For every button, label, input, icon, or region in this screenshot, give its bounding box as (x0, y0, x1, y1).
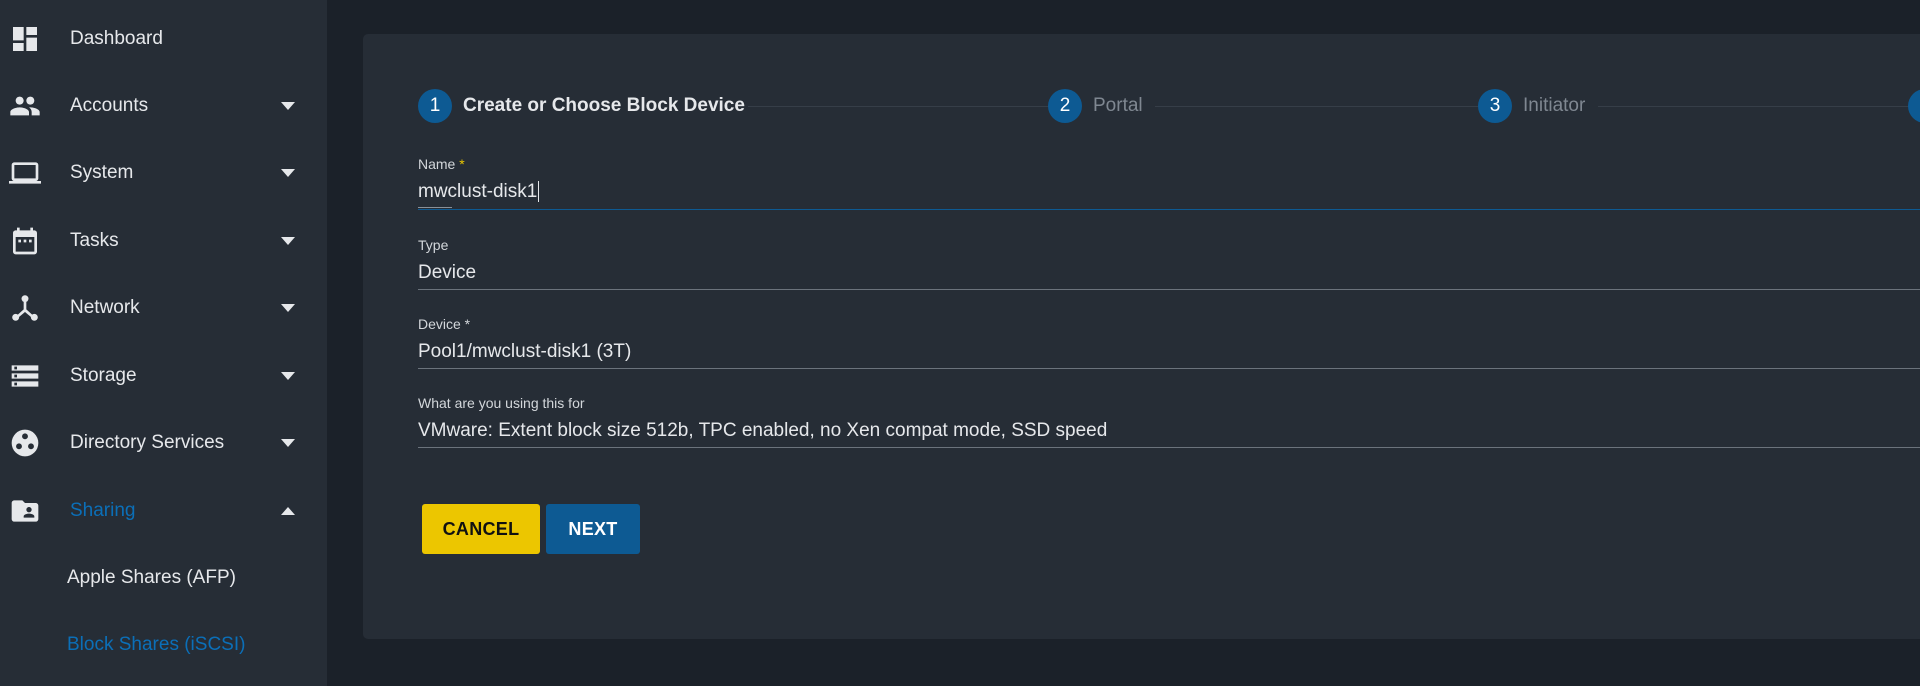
sidebar-item-sharing[interactable]: Sharing (0, 477, 327, 544)
network-icon (8, 291, 42, 325)
chevron-down-icon[interactable] (280, 371, 296, 381)
wizard-card: 1 Create or Choose Block Device 2 Portal… (363, 34, 1920, 639)
sidebar-item-label: Directory Services (70, 431, 225, 453)
chevron-down-icon[interactable] (280, 101, 296, 111)
input-hint-bar (418, 207, 452, 208)
device-label: Device * (418, 316, 471, 332)
name-underline (418, 209, 1920, 210)
sidebar-item-tasks[interactable]: Tasks (0, 207, 327, 274)
sidebar-item-dashboard[interactable]: Dashboard (0, 5, 327, 72)
sidebar-item-label: Storage (70, 364, 137, 386)
wizard-stepper: 1 Create or Choose Block Device 2 Portal… (363, 34, 1920, 144)
sidebar-item-label: System (70, 161, 134, 183)
chevron-down-icon[interactable] (280, 303, 296, 313)
usage-select[interactable]: VMware: Extent block size 512b, TPC enab… (418, 420, 1920, 442)
step-1[interactable]: 1 Create or Choose Block Device (418, 89, 745, 123)
sidebar-item-accounts[interactable]: Accounts (0, 72, 327, 139)
step-label: Create or Choose Block Device (463, 95, 745, 116)
step-number: 2 (1048, 89, 1082, 123)
type-underline (418, 289, 1920, 290)
usage-field[interactable]: What are you using this for VMware: Exte… (418, 395, 1920, 448)
sidebar-item-label: Tasks (70, 229, 119, 251)
sidebar-subitem-label: Block Shares (iSCSI) (67, 633, 246, 655)
directory-icon (8, 426, 42, 460)
step-number: 1 (418, 89, 452, 123)
sidebar-item-label: Dashboard (70, 27, 163, 49)
sidebar-subitem-afp[interactable]: Apple Shares (AFP) (0, 544, 327, 611)
step-3[interactable]: 3 Initiator (1478, 89, 1585, 123)
sidebar-item-label: Network (70, 296, 140, 318)
step-number: 3 (1478, 89, 1512, 123)
step-connector (748, 106, 1051, 107)
step-2[interactable]: 2 Portal (1048, 89, 1143, 123)
laptop-icon (8, 156, 42, 190)
usage-underline (418, 447, 1920, 448)
name-label: Name * (418, 156, 465, 172)
sidebar-item-system[interactable]: System (0, 139, 327, 206)
chevron-down-icon[interactable] (280, 438, 296, 448)
device-select[interactable]: Pool1/mwclust-disk1 (3T) (418, 341, 1920, 363)
step-4[interactable] (1908, 89, 1920, 123)
chevron-down-icon[interactable] (280, 236, 296, 246)
usage-label: What are you using this for (418, 395, 585, 411)
type-select[interactable]: Device (418, 262, 1920, 284)
type-label: Type (418, 237, 449, 253)
chevron-up-icon[interactable] (280, 506, 296, 516)
step-number-partial (1908, 89, 1920, 123)
dashboard-icon (8, 22, 42, 56)
step-connector (1155, 106, 1478, 107)
cancel-button[interactable]: CANCEL (422, 504, 540, 554)
step-label: Initiator (1523, 95, 1586, 116)
people-icon (8, 89, 42, 123)
sidebar-item-label: Sharing (70, 499, 136, 521)
type-field[interactable]: Type Device (418, 237, 1920, 290)
sidebar-subitem-label: Apple Shares (AFP) (67, 566, 236, 588)
step-connector (1598, 106, 1920, 107)
sidebar-item-directory-services[interactable]: Directory Services (0, 409, 327, 476)
sidebar-item-network[interactable]: Network (0, 274, 327, 341)
storage-icon (8, 359, 42, 393)
folder-shared-icon (8, 494, 42, 528)
sidebar-item-storage[interactable]: Storage (0, 342, 327, 409)
step-label: Portal (1093, 95, 1143, 116)
device-field[interactable]: Device * Pool1/mwclust-disk1 (3T) (418, 316, 1920, 369)
chevron-down-icon[interactable] (280, 168, 296, 178)
calendar-icon (8, 224, 42, 258)
name-input[interactable]: mwclust-disk1 (418, 181, 1920, 203)
sidebar-subitem-iscsi[interactable]: Block Shares (iSCSI) (0, 611, 327, 678)
device-underline (418, 368, 1920, 369)
next-button[interactable]: NEXT (546, 504, 640, 554)
text-cursor (538, 181, 540, 203)
sidebar-item-label: Accounts (70, 94, 149, 116)
name-field[interactable]: Name * mwclust-disk1 (418, 156, 1920, 210)
sidebar: Dashboard Accounts System Tasks Network (0, 0, 327, 686)
